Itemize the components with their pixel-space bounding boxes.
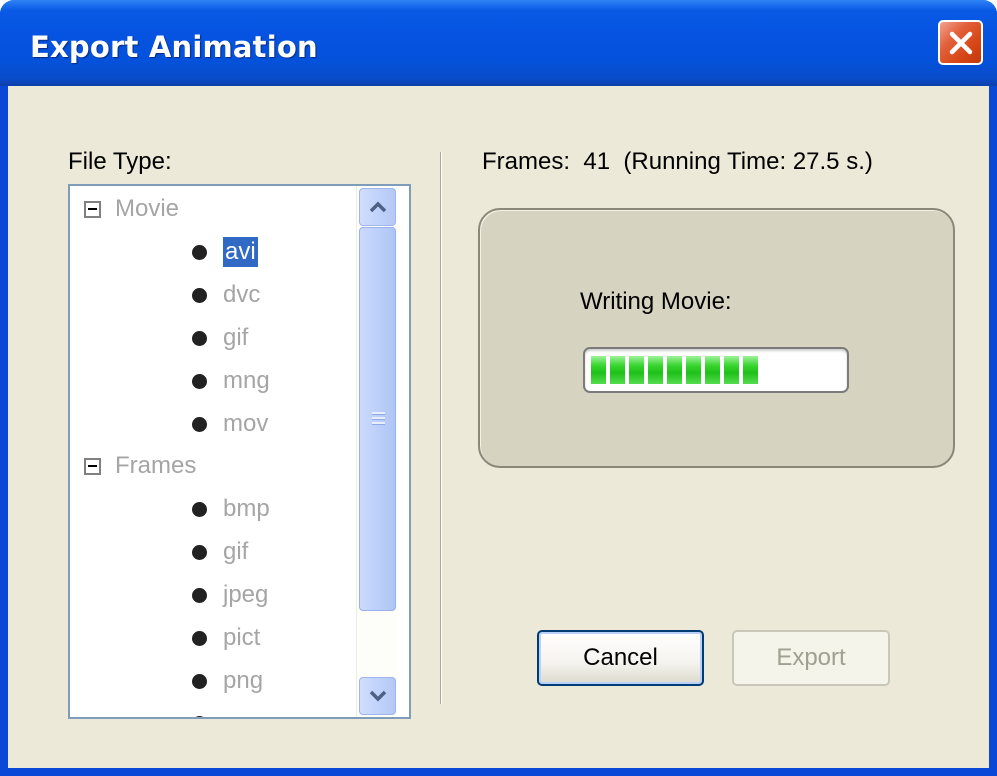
tree-item-label: mov [223, 410, 269, 437]
tree-item-pict[interactable]: pict [192, 618, 260, 658]
frames-info: Frames: 41 (Running Time: 27.5 s.) [482, 148, 873, 176]
tree-item-dvc[interactable]: dvc [192, 275, 260, 315]
progress-segment [629, 356, 644, 384]
scroll-up-button[interactable] [359, 188, 396, 226]
dialog-body: File Type: Movie avi dvc gif mng mov Fra… [8, 86, 989, 768]
frames-label: Frames: [482, 148, 571, 175]
running-time: (Running Time: 27.5 s.) [623, 148, 873, 175]
progress-fill [591, 356, 758, 384]
file-type-tree[interactable]: Movie avi dvc gif mng mov Frames bmp gif… [68, 184, 411, 719]
cancel-button[interactable]: Cancel [537, 630, 704, 686]
tree-group-label: Frames [115, 452, 197, 479]
collapse-icon[interactable] [84, 200, 101, 218]
scroll-down-button[interactable] [359, 677, 396, 715]
bullet-icon [192, 673, 207, 689]
bullet-icon [192, 501, 207, 517]
close-icon [949, 31, 972, 54]
frames-count: 41 [583, 148, 611, 175]
export-button[interactable]: Export [732, 630, 890, 686]
tree-item-bmp[interactable]: bmp [192, 489, 270, 529]
progress-segment [667, 356, 682, 384]
progress-segment [705, 356, 720, 384]
progress-segment [648, 356, 663, 384]
scroll-thumb[interactable] [359, 227, 396, 611]
bullet-icon [192, 287, 207, 303]
grip-line [372, 422, 385, 424]
progress-panel: Writing Movie: [478, 208, 955, 468]
close-button[interactable] [938, 20, 983, 65]
tree-item-label: jpeg [223, 581, 269, 608]
tree-item-partial[interactable] [192, 703, 223, 717]
tree-item-jpeg[interactable]: jpeg [192, 575, 268, 615]
progress-segment [724, 356, 739, 384]
grip-line [372, 412, 385, 414]
tree-item-label: mng [223, 367, 270, 394]
bullet-icon [192, 330, 207, 346]
tree-item-avi[interactable]: avi [192, 232, 258, 272]
collapse-icon[interactable] [84, 457, 101, 475]
tree-item-label: pict [223, 624, 261, 651]
bullet-icon [192, 373, 207, 389]
tree-item-label: gif [223, 538, 249, 565]
progress-segment [743, 356, 758, 384]
progress-segment [610, 356, 625, 384]
progress-segment [591, 356, 606, 384]
tree-group-label: Movie [115, 195, 180, 222]
tree-item-png[interactable]: png [192, 661, 263, 701]
tree-item-gif[interactable]: gif [192, 318, 248, 358]
tree-item-label: bmp [223, 495, 270, 522]
writing-movie-label: Writing Movie: [580, 288, 732, 315]
tree-item-label: dvc [223, 281, 261, 308]
progress-bar [583, 347, 849, 393]
bullet-icon [192, 544, 207, 560]
grip-line [372, 417, 385, 419]
tree-item-label: gif [223, 324, 249, 351]
tree-item-mov[interactable]: mov [192, 404, 268, 444]
export-animation-window: Export Animation File Type: Movie avi dv… [0, 0, 997, 776]
tree-item-mng[interactable]: mng [192, 361, 270, 401]
progress-segment [686, 356, 701, 384]
window-title: Export Animation [30, 30, 318, 64]
bullet-icon [192, 587, 207, 603]
tree-group-movie[interactable]: Movie [84, 189, 179, 229]
vertical-separator [440, 152, 442, 704]
chevron-up-icon [369, 201, 386, 213]
bullet-icon [192, 630, 207, 646]
tree-group-frames[interactable]: Frames [84, 446, 196, 486]
file-type-label: File Type: [68, 148, 172, 175]
tree-item-label: png [223, 667, 264, 694]
bullet-icon [192, 416, 207, 432]
tree-item-label: avi [223, 237, 258, 267]
bullet-icon [192, 715, 207, 717]
chevron-down-icon [369, 690, 386, 702]
bullet-icon [192, 244, 207, 260]
tree-item-gif-frames[interactable]: gif [192, 532, 248, 572]
title-bar[interactable]: Export Animation [0, 0, 997, 86]
tree-scrollbar[interactable] [356, 186, 397, 717]
